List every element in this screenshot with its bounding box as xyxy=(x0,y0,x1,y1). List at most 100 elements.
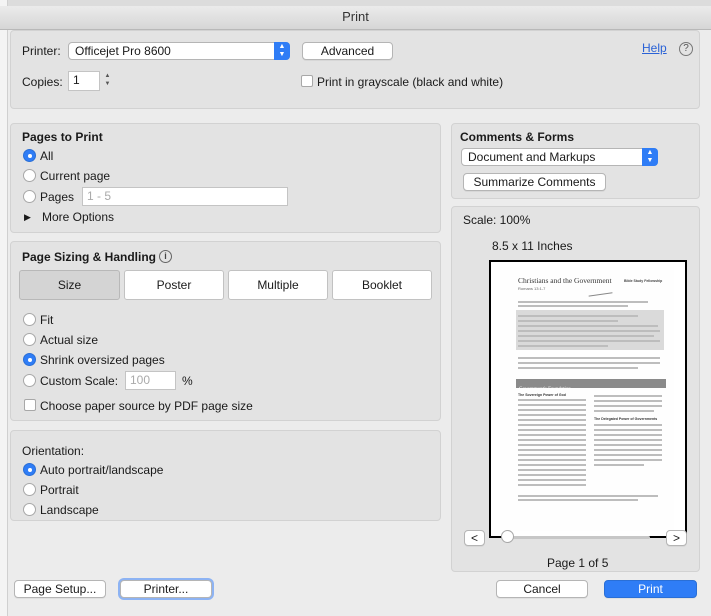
doc-brand: Bible Study Fellowship xyxy=(624,279,663,283)
doc-footer-line xyxy=(518,499,638,501)
doc-col-line xyxy=(594,424,662,426)
previous-page-label: < xyxy=(470,531,478,545)
select-arrows-icon: ▲ ▼ xyxy=(642,148,658,166)
portrait-radio[interactable] xyxy=(23,483,36,496)
paper-source-label: Choose paper source by PDF page size xyxy=(40,399,253,413)
grayscale-label: Print in grayscale (black and white) xyxy=(317,75,504,89)
doc-line xyxy=(518,340,660,342)
auto-orientation-radio[interactable] xyxy=(23,463,36,476)
tab-multiple-label: Multiple xyxy=(257,278,299,292)
pages-all-radio[interactable] xyxy=(23,149,36,162)
doc-col-line xyxy=(594,405,662,407)
select-arrows-icon: ▲ ▼ xyxy=(274,42,290,60)
doc-col-line xyxy=(518,469,586,471)
info-icon[interactable]: i xyxy=(159,250,172,263)
doc-col-line xyxy=(518,454,586,456)
pages-current-radio[interactable] xyxy=(23,169,36,182)
help-link[interactable]: Help xyxy=(642,41,667,55)
doc-section-bar: Government's Foundation xyxy=(516,379,666,392)
fit-radio[interactable] xyxy=(23,313,36,326)
copies-stepper-icon[interactable]: ▲ ▼ xyxy=(103,72,112,90)
custom-scale-radio[interactable] xyxy=(23,374,36,387)
doc-col-line xyxy=(594,410,654,412)
tab-booklet[interactable]: Booklet xyxy=(332,270,432,300)
doc-signature-mark xyxy=(587,284,613,297)
summarize-comments-button[interactable]: Summarize Comments xyxy=(463,173,606,191)
doc-col-line xyxy=(518,449,586,451)
portrait-label: Portrait xyxy=(40,483,79,497)
doc-subtitle: Romans 13:1-7 xyxy=(518,286,546,291)
tab-size-label: Size xyxy=(57,278,82,292)
pages-range-placeholder: 1 - 5 xyxy=(87,189,112,203)
more-options-label[interactable]: More Options xyxy=(42,210,114,224)
comments-forms-heading: Comments & Forms xyxy=(460,130,575,144)
doc-col-line xyxy=(518,444,586,446)
window-title: Print xyxy=(342,9,369,24)
tab-size[interactable]: Size xyxy=(19,270,120,300)
comments-forms-select[interactable]: Document and Markups ▲ ▼ xyxy=(461,148,658,166)
doc-col-heading-right: The Delegated Power of Governments xyxy=(594,417,658,421)
next-page-label: > xyxy=(672,531,680,545)
printer-button[interactable]: Printer... xyxy=(120,580,212,598)
pages-range-label: Pages xyxy=(40,190,75,204)
copies-label: Copies: xyxy=(22,75,63,89)
doc-col-line xyxy=(594,464,644,466)
landscape-label: Landscape xyxy=(40,503,99,517)
doc-line xyxy=(518,325,658,327)
advanced-button[interactable]: Advanced xyxy=(302,42,393,60)
doc-col-line xyxy=(518,464,586,466)
shrink-oversized-radio[interactable] xyxy=(23,353,36,366)
fit-label: Fit xyxy=(40,313,54,327)
cancel-button-label: Cancel xyxy=(523,582,561,596)
grayscale-checkbox[interactable] xyxy=(301,75,313,87)
doc-col-line xyxy=(594,395,662,397)
page-setup-button[interactable]: Page Setup... xyxy=(14,580,106,598)
next-page-button[interactable]: > xyxy=(666,530,687,546)
page-slider-knob[interactable] xyxy=(501,530,514,543)
page-slider-track[interactable] xyxy=(502,536,650,539)
paper-source-checkbox[interactable] xyxy=(24,399,36,411)
auto-orientation-label: Auto portrait/landscape xyxy=(40,463,164,477)
doc-col-line xyxy=(594,434,662,436)
printer-select[interactable]: Officejet Pro 8600 ▲ ▼ xyxy=(68,42,290,60)
page-setup-label: Page Setup... xyxy=(23,582,97,596)
background-window-edge xyxy=(0,0,8,616)
pages-range-input[interactable]: 1 - 5 xyxy=(82,187,288,206)
copies-input[interactable]: 1 xyxy=(68,71,100,91)
doc-title: Christians and the Government xyxy=(518,276,612,285)
doc-col-line xyxy=(594,459,662,461)
doc-line xyxy=(518,345,608,347)
doc-col-line xyxy=(518,424,586,426)
summarize-comments-label: Summarize Comments xyxy=(473,175,596,189)
doc-col-line xyxy=(594,444,662,446)
custom-scale-input[interactable]: 100 xyxy=(125,371,176,390)
page-indicator: Page 1 of 5 xyxy=(547,556,609,570)
actual-size-label: Actual size xyxy=(40,333,99,347)
tab-poster[interactable]: Poster xyxy=(124,270,224,300)
landscape-radio[interactable] xyxy=(23,503,36,516)
pages-current-label: Current page xyxy=(40,169,111,183)
printer-select-value: Officejet Pro 8600 xyxy=(75,44,171,58)
actual-size-radio[interactable] xyxy=(23,333,36,346)
custom-scale-placeholder: 100 xyxy=(130,373,151,387)
print-button-label: Print xyxy=(638,582,663,596)
page-sizing-heading: Page Sizing & Handling xyxy=(22,250,157,264)
doc-line xyxy=(518,362,660,364)
doc-col-line xyxy=(518,429,586,431)
paper-size-text: 8.5 x 11 Inches xyxy=(492,239,573,253)
doc-col-line xyxy=(594,449,662,451)
pages-all-label: All xyxy=(40,149,54,163)
doc-line xyxy=(518,335,654,337)
doc-col-line xyxy=(518,439,586,441)
percent-sign: % xyxy=(182,374,193,388)
cancel-button[interactable]: Cancel xyxy=(496,580,588,598)
tab-multiple[interactable]: Multiple xyxy=(228,270,328,300)
doc-col-line xyxy=(594,454,662,456)
help-icon[interactable]: ? xyxy=(679,42,693,56)
print-button[interactable]: Print xyxy=(604,580,697,598)
previous-page-button[interactable]: < xyxy=(464,530,485,546)
doc-col-line xyxy=(518,404,586,406)
pages-range-radio[interactable] xyxy=(23,190,36,203)
preview-sheet: Christians and the Government Romans 13:… xyxy=(500,267,674,531)
disclosure-triangle-icon[interactable]: ▶ xyxy=(24,210,31,224)
